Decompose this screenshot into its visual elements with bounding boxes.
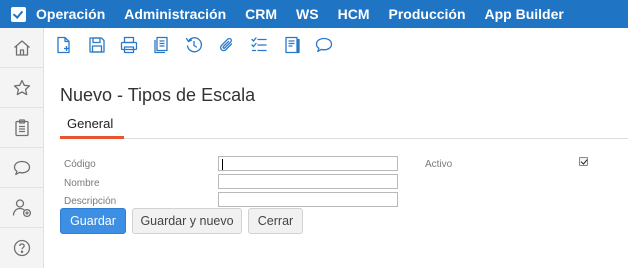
- documents-icon: [153, 36, 168, 54]
- nombre-field[interactable]: [218, 174, 398, 189]
- brand-check-icon: [10, 6, 26, 22]
- user-add-icon: [12, 198, 32, 217]
- brand-logo[interactable]: [0, 0, 36, 28]
- sidebar-item-users[interactable]: [0, 188, 44, 228]
- sidebar-item-messages[interactable]: [0, 148, 44, 188]
- sidebar-item-tasks[interactable]: [0, 108, 44, 148]
- chat-icon: [13, 160, 31, 175]
- codigo-label: Código: [64, 159, 96, 170]
- nombre-label: Nombre: [64, 178, 100, 189]
- print-button[interactable]: [117, 33, 141, 57]
- attach-button[interactable]: [215, 33, 239, 57]
- print-icon: [120, 36, 138, 54]
- checklist-button[interactable]: [247, 33, 271, 57]
- page-title: Nuevo - Tipos de Escala: [60, 85, 256, 105]
- menu-hcm[interactable]: HCM: [338, 6, 370, 22]
- new-button[interactable]: [52, 33, 76, 57]
- toolbar: [52, 30, 345, 60]
- save-icon: [88, 37, 105, 53]
- menu-app-builder[interactable]: App Builder: [485, 6, 564, 22]
- notes-button[interactable]: [280, 33, 304, 57]
- home-icon: [14, 39, 30, 56]
- history-button[interactable]: [182, 33, 206, 57]
- save-toolbar-button[interactable]: [85, 33, 109, 57]
- descripcion-field[interactable]: [218, 192, 398, 207]
- cerrar-button[interactable]: Cerrar: [248, 208, 303, 234]
- new-document-icon: [57, 36, 70, 54]
- tab-general[interactable]: General: [60, 114, 124, 139]
- menu-operacion[interactable]: Operación: [36, 6, 105, 22]
- help-icon: [13, 239, 31, 257]
- tab-bar: General: [60, 114, 628, 139]
- history-icon: [185, 37, 202, 53]
- checklist-icon: [251, 37, 267, 52]
- guardar-button[interactable]: Guardar: [60, 208, 126, 234]
- menu-administracion[interactable]: Administración: [124, 6, 226, 22]
- activo-label: Activo: [425, 159, 453, 170]
- sidebar: [0, 28, 44, 268]
- sidebar-item-help[interactable]: [0, 228, 44, 268]
- guardar-y-nuevo-button[interactable]: Guardar y nuevo: [132, 208, 242, 234]
- notes-icon: [284, 36, 300, 54]
- menu-ws[interactable]: WS: [296, 6, 319, 22]
- menu-produccion[interactable]: Producción: [389, 6, 466, 22]
- comment-icon: [315, 37, 333, 53]
- attach-icon: [219, 37, 232, 52]
- codigo-field[interactable]: [218, 156, 398, 171]
- descripcion-label: Descripción: [64, 196, 117, 207]
- comment-button[interactable]: [312, 33, 336, 57]
- menu-crm[interactable]: CRM: [245, 6, 277, 22]
- text-cursor: [222, 159, 223, 170]
- sidebar-item-favorites[interactable]: [0, 68, 44, 108]
- documents-button[interactable]: [150, 33, 174, 57]
- clipboard-icon: [15, 118, 29, 136]
- sidebar-item-home[interactable]: [0, 28, 44, 68]
- top-navigation: Operación Administración CRM WS HCM Prod…: [0, 0, 628, 28]
- star-icon: [13, 79, 31, 95]
- activo-checkbox[interactable]: [579, 157, 588, 166]
